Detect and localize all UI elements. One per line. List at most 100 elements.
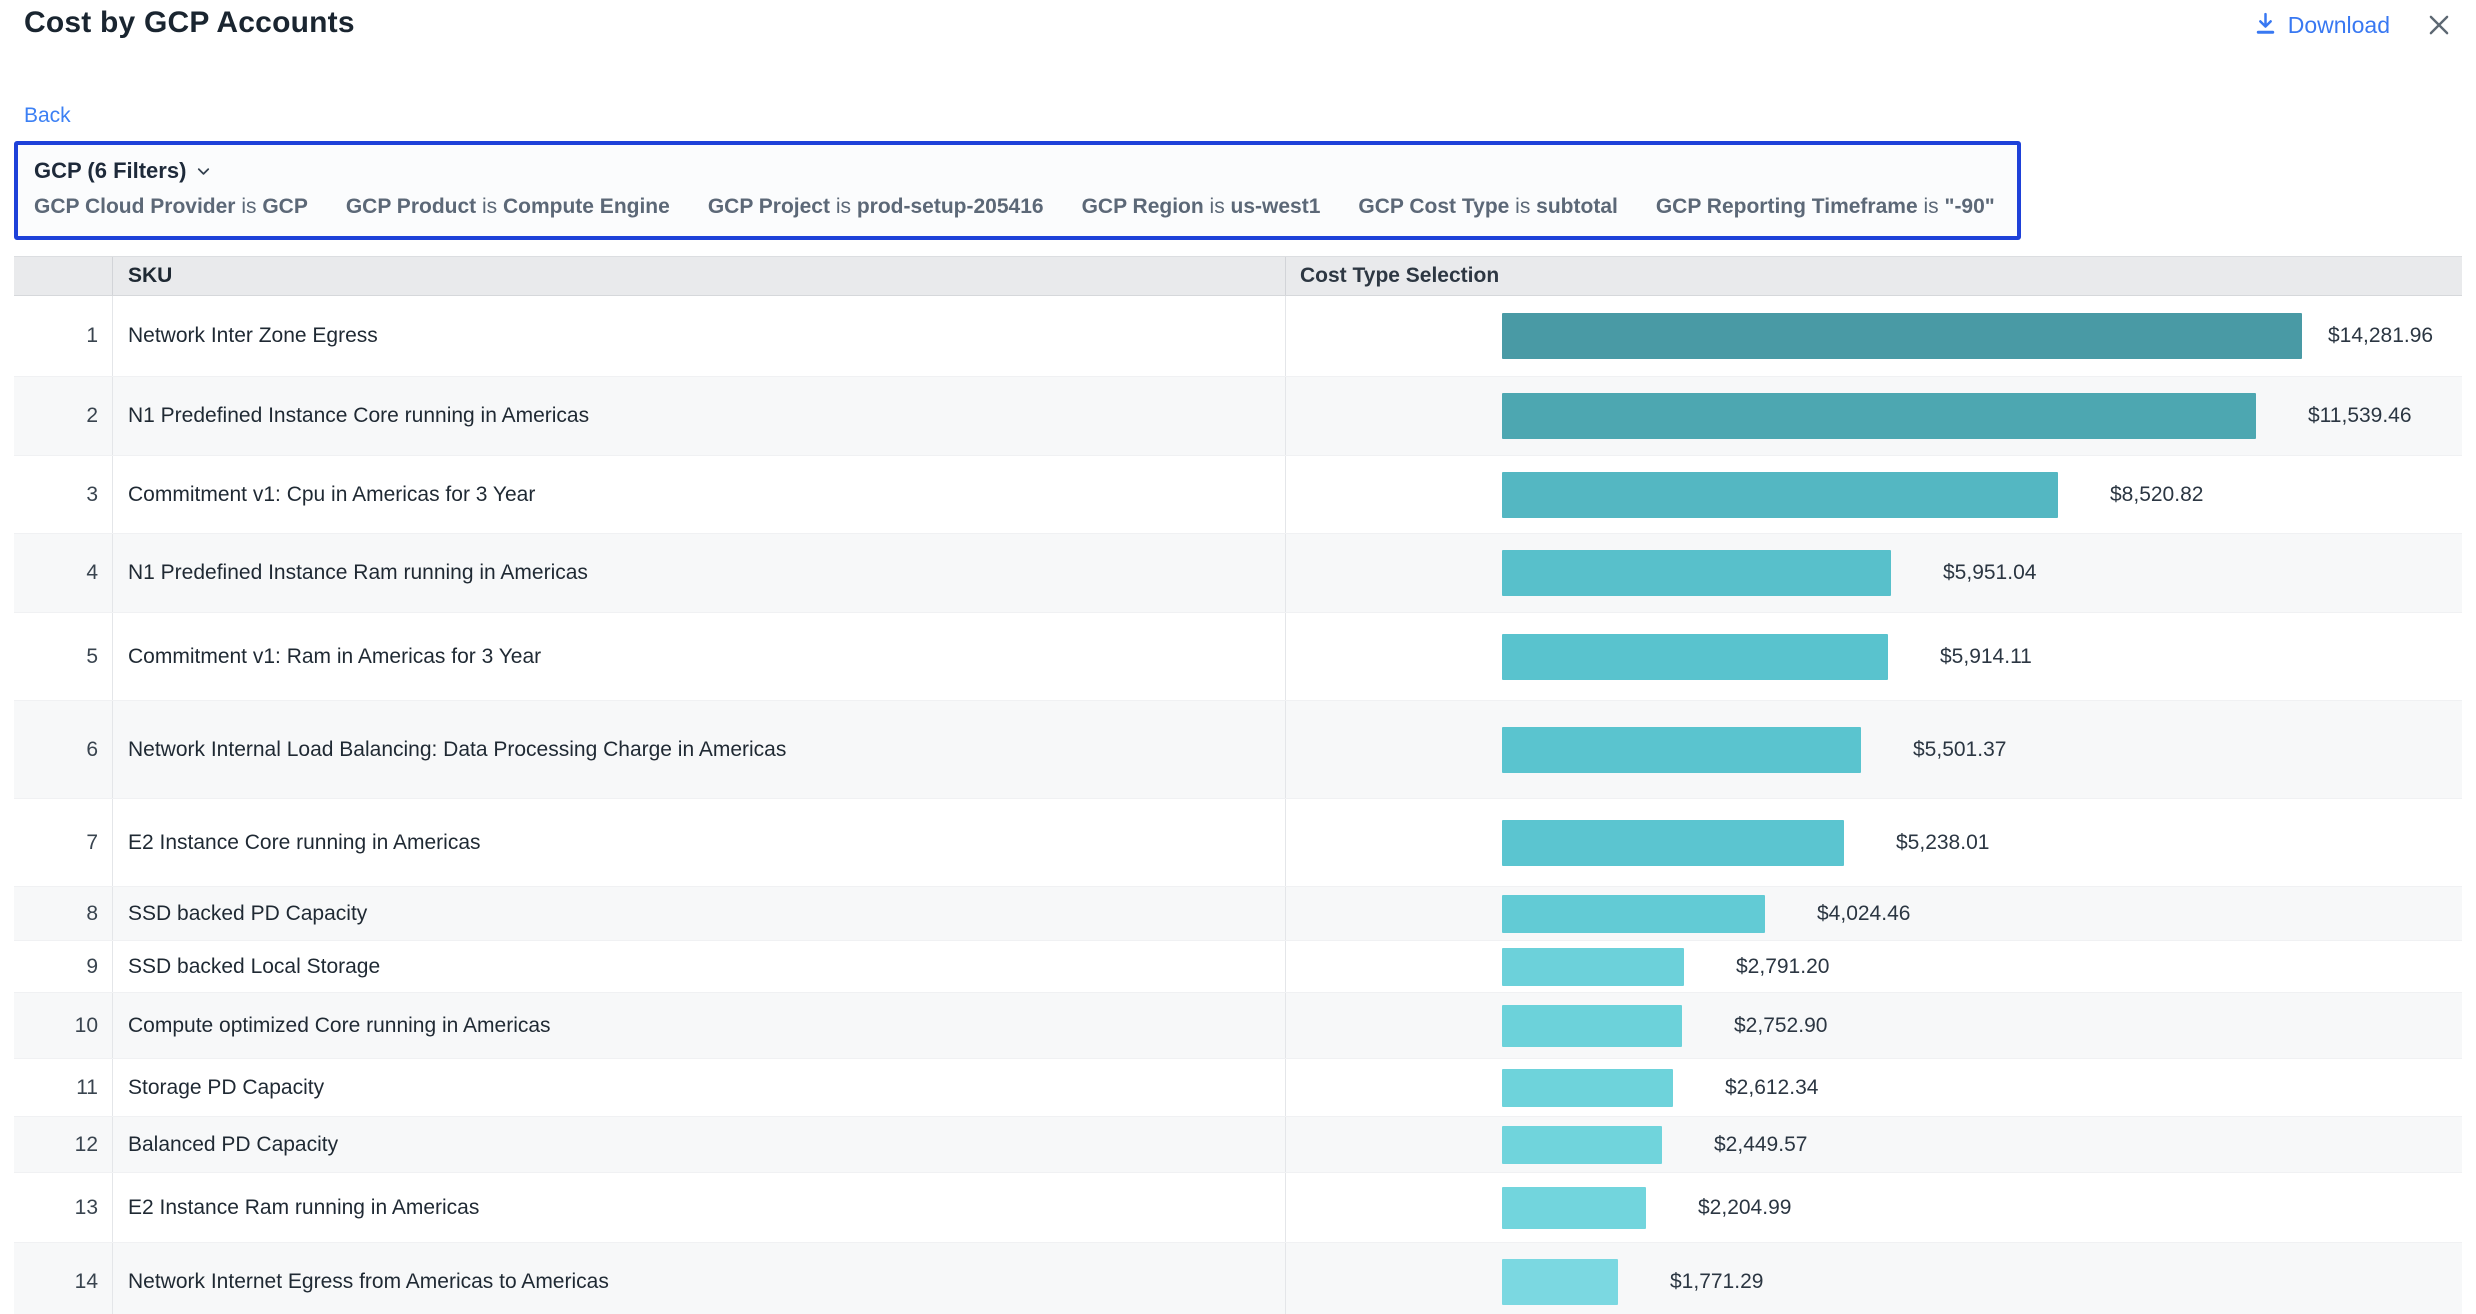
filter-summary-label: GCP (6 Filters) — [34, 158, 186, 184]
sku-cell: N1 Predefined Instance Ram running in Am… — [113, 534, 1286, 612]
row-number: 8 — [14, 887, 113, 940]
table-row: 4N1 Predefined Instance Ram running in A… — [14, 534, 2462, 613]
cost-value-label: $8,520.82 — [2110, 483, 2203, 507]
table-row: 8SSD backed PD Capacity $4,024.46 — [14, 887, 2462, 941]
close-icon — [2424, 10, 2454, 40]
row-number: 10 — [14, 993, 113, 1058]
cost-cell: $5,951.04 — [1286, 534, 2462, 612]
cost-cell: $2,204.99 — [1286, 1173, 2462, 1242]
cost-bar[interactable] — [1502, 1069, 1673, 1107]
drill-table: SKU Cost Type Selection 1Network Inter Z… — [14, 256, 2462, 1314]
sku-cell: Commitment v1: Cpu in Americas for 3 Yea… — [113, 456, 1286, 533]
table-row: 7E2 Instance Core running in Americas $5,… — [14, 799, 2462, 887]
table-row: 9SSD backed Local Storage$2,791.20 — [14, 941, 2462, 993]
download-label: Download — [2288, 12, 2390, 39]
back-link[interactable]: Back — [24, 104, 71, 128]
filter-condition: GCP Region is us-west1 — [1082, 195, 1321, 219]
row-number: 3 — [14, 456, 113, 533]
table-row: 12Balanced PD Capacity $2,449.57 — [14, 1117, 2462, 1173]
cost-cell: $4,024.46 — [1286, 887, 2462, 940]
filters-panel[interactable]: GCP (6 Filters) GCP Cloud Provider is GC… — [14, 141, 2021, 240]
row-number: 14 — [14, 1243, 113, 1314]
cost-value-label: $2,449.57 — [1714, 1133, 1807, 1157]
cost-cell: $8,520.82 — [1286, 456, 2462, 533]
table-row: 10Compute optimized Core running in Amer… — [14, 993, 2462, 1059]
sku-cell: Balanced PD Capacity — [113, 1117, 1286, 1172]
cost-bar[interactable] — [1502, 820, 1844, 866]
sku-cell: Storage PD Capacity — [113, 1059, 1286, 1116]
download-icon — [2253, 12, 2278, 39]
cost-cell: $2,791.20 — [1286, 941, 2462, 992]
cost-cell: $5,238.01 — [1286, 799, 2462, 886]
cost-value-label: $5,501.37 — [1913, 738, 2006, 762]
cost-bar[interactable] — [1502, 550, 1891, 596]
cost-cell: $5,914.11 — [1286, 613, 2462, 700]
sku-cell: Network Internet Egress from Americas to… — [113, 1243, 1286, 1314]
cost-value-label: $2,204.99 — [1698, 1196, 1791, 1220]
cost-value-label: $2,791.20 — [1736, 955, 1829, 979]
sku-cell: E2 Instance Ram running in Americas — [113, 1173, 1286, 1242]
top-actions: Download — [2253, 10, 2454, 40]
cost-by-gcp-accounts-panel: Cost by GCP Accounts Download Back GCP (… — [0, 0, 2476, 1314]
filter-condition: GCP Project is prod-setup-205416 — [708, 195, 1044, 219]
sku-cell: Commitment v1: Ram in Americas for 3 Yea… — [113, 613, 1286, 700]
table-row: 14Network Internet Egress from Americas … — [14, 1243, 2462, 1314]
sku-cell: N1 Predefined Instance Core running in A… — [113, 377, 1286, 455]
cost-value-label: $5,238.01 — [1896, 831, 1989, 855]
cost-bar[interactable] — [1502, 472, 2058, 518]
row-number: 2 — [14, 377, 113, 455]
cost-bar[interactable] — [1502, 1005, 1682, 1047]
table-body: 1Network Inter Zone Egress$14,281.962N1 … — [14, 296, 2462, 1314]
sku-cell: E2 Instance Core running in Americas — [113, 799, 1286, 886]
download-button[interactable]: Download — [2253, 12, 2390, 39]
cost-bar[interactable] — [1502, 727, 1861, 773]
chevron-down-icon — [194, 162, 213, 181]
cost-cell: $1,771.29 — [1286, 1243, 2462, 1314]
row-number: 1 — [14, 296, 113, 376]
cost-bar[interactable] — [1502, 948, 1684, 986]
cost-bar[interactable] — [1502, 313, 2302, 359]
row-number: 6 — [14, 701, 113, 798]
table-row: 6Network Internal Load Balancing: Data P… — [14, 701, 2462, 799]
cost-cell: $5,501.37 — [1286, 701, 2462, 798]
cost-value-label: $5,951.04 — [1943, 561, 2036, 585]
filter-condition: GCP Reporting Timeframe is "-90" — [1656, 195, 1995, 219]
cost-bar[interactable] — [1502, 1126, 1662, 1164]
sku-cell: Compute optimized Core running in Americ… — [113, 993, 1286, 1058]
cost-bar[interactable] — [1502, 393, 2256, 439]
table-row: 3Commitment v1: Cpu in Americas for 3 Ye… — [14, 456, 2462, 534]
cost-cell: $11,539.46 — [1286, 377, 2462, 455]
filter-conditions: GCP Cloud Provider is GCPGCP Product is … — [34, 195, 2001, 219]
table-row: 2N1 Predefined Instance Core running in … — [14, 377, 2462, 456]
row-number: 11 — [14, 1059, 113, 1116]
row-number: 4 — [14, 534, 113, 612]
row-number: 5 — [14, 613, 113, 700]
cost-value-label: $4,024.46 — [1817, 902, 1910, 926]
cost-bar[interactable] — [1502, 1259, 1618, 1305]
filter-summary-dropdown[interactable]: GCP (6 Filters) — [34, 158, 213, 184]
column-header-sku[interactable]: SKU — [113, 257, 1286, 295]
column-header-index — [14, 257, 113, 295]
row-number: 9 — [14, 941, 113, 992]
cost-value-label: $1,771.29 — [1670, 1270, 1763, 1294]
cost-value-label: $2,612.34 — [1725, 1076, 1818, 1100]
close-button[interactable] — [2424, 10, 2454, 40]
table-row: 1Network Inter Zone Egress$14,281.96 — [14, 296, 2462, 377]
table-header-row: SKU Cost Type Selection — [14, 256, 2462, 296]
table-row: 13E2 Instance Ram running in Americas$2,… — [14, 1173, 2462, 1243]
cost-cell: $14,281.96 — [1286, 296, 2462, 376]
cost-value-label: $2,752.90 — [1734, 1014, 1827, 1038]
cost-bar[interactable] — [1502, 1187, 1646, 1229]
cost-value-label: $11,539.46 — [2308, 404, 2412, 428]
cost-bar[interactable] — [1502, 895, 1765, 933]
row-number: 12 — [14, 1117, 113, 1172]
row-number: 7 — [14, 799, 113, 886]
table-row: 5Commitment v1: Ram in Americas for 3 Ye… — [14, 613, 2462, 701]
filter-condition: GCP Cloud Provider is GCP — [34, 195, 308, 219]
table-row: 11Storage PD Capacity $2,612.34 — [14, 1059, 2462, 1117]
cost-cell: $2,449.57 — [1286, 1117, 2462, 1172]
column-header-cost-type[interactable]: Cost Type Selection — [1286, 257, 2462, 295]
sku-cell: SSD backed PD Capacity — [113, 887, 1286, 940]
cost-cell: $2,752.90 — [1286, 993, 2462, 1058]
cost-bar[interactable] — [1502, 634, 1888, 680]
